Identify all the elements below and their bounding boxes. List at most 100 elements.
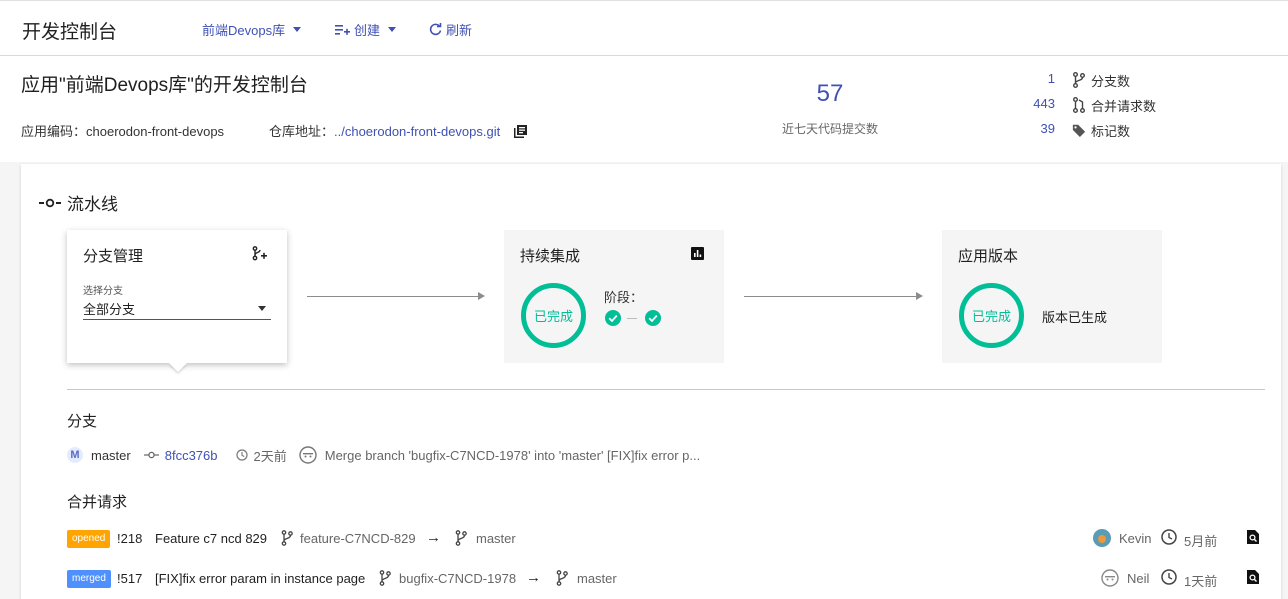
repo-link[interactable]: ../choerodon-front-devops.git: [334, 124, 500, 139]
target-branch: master: [476, 531, 516, 546]
pipeline-card: 流水线 分支管理 选择分支 全部分支 持续集成 已完成 阶段： 应用版本 已完成…: [21, 164, 1281, 599]
source-branch: bugfix-C7NCD-1978: [399, 571, 517, 586]
check-circle-icon[interactable]: [605, 310, 621, 326]
branch-count: 1: [1047, 71, 1055, 86]
avatar: [1093, 529, 1111, 547]
refresh-icon: [429, 23, 442, 36]
branch-icon: [455, 530, 467, 546]
playlist-add-icon: [335, 24, 350, 35]
ci-status: 已完成: [533, 309, 573, 324]
app-version-title: 应用版本: [958, 248, 1019, 265]
phase-connector: [627, 318, 637, 319]
branch-icon: [556, 570, 568, 586]
mr-title[interactable]: Feature c7 ncd 829: [155, 531, 267, 546]
tag-count: 39: [1040, 121, 1055, 136]
arrow-right-icon: →: [526, 569, 541, 586]
page-title: 应用"前端Devops库"的开发控制台: [21, 75, 308, 96]
pipeline-header: 流水线: [39, 190, 118, 215]
branch-select[interactable]: 全部分支: [83, 299, 271, 320]
mr-title[interactable]: [FIX]fix error param in instance page: [155, 571, 365, 586]
ci-title: 持续集成: [520, 248, 581, 265]
merge-request-count-label: 合并请求数: [1091, 99, 1157, 114]
repo-address: 仓库地址：../choerodon-front-devops.git: [269, 121, 527, 140]
user-avatar-icon: [1101, 569, 1119, 587]
branch-item: M master 8fcc376b 2天前 Merge branch 'bugf…: [67, 445, 700, 465]
clock-icon: [235, 449, 248, 461]
clock-icon: [1161, 529, 1177, 545]
app-header: 应用"前端Devops库"的开发控制台 应用编码：choerodon-front…: [0, 56, 1288, 162]
app-selector-label: 前端Devops库: [202, 23, 286, 38]
app-selector-dropdown[interactable]: 前端Devops库: [202, 20, 302, 39]
tag-icon: [1072, 124, 1086, 137]
clock-icon: [1161, 569, 1177, 585]
phases-label: 阶段：: [604, 290, 644, 305]
merge-requests-title: 合并请求: [67, 494, 128, 511]
check-circle-icon[interactable]: [645, 310, 661, 326]
app-code-value: choerodon-front-devops: [86, 124, 225, 139]
tag-count-stat: 39 标记数: [1000, 121, 1200, 141]
commit-message[interactable]: Merge branch 'bugfix-C7NCD-1978' into 'm…: [325, 448, 701, 463]
version-status-ring: 已完成: [959, 283, 1024, 348]
avatar: M: [67, 447, 83, 463]
merge-request-row[interactable]: merged !517 [FIX]fix error param in inst…: [67, 568, 1265, 590]
mr-author: Kevin: [1119, 531, 1152, 546]
stage-pointer: [169, 363, 187, 372]
branch-management-stage[interactable]: 分支管理 选择分支 全部分支: [67, 230, 287, 372]
commit-icon: [143, 451, 159, 459]
view-detail-icon[interactable]: [1247, 570, 1259, 584]
chevron-down-icon: [258, 306, 266, 311]
branch-count-label: 分支数: [1091, 74, 1131, 89]
copy-icon[interactable]: [513, 124, 527, 138]
branch-name[interactable]: master: [91, 448, 131, 463]
branch-select-label: 选择分支: [83, 286, 123, 297]
target-branch: master: [577, 571, 617, 586]
app-version-stage[interactable]: 应用版本 已完成 版本已生成: [942, 230, 1162, 363]
merge-request-icon: [1073, 97, 1085, 113]
chevron-down-icon: [293, 27, 302, 32]
tag-count-label: 标记数: [1091, 124, 1131, 139]
user-avatar-icon: [299, 446, 317, 464]
commit-count-label: 近七天代码提交数: [781, 122, 878, 136]
create-label: 创建: [354, 23, 381, 38]
ci-stage[interactable]: 持续集成 已完成 阶段：: [504, 230, 724, 363]
refresh-label: 刷新: [446, 23, 473, 38]
branch-icon: [1073, 72, 1085, 88]
stage-arrow: [744, 292, 923, 300]
branch-icon: [379, 570, 391, 586]
app-code-label: 应用编码：: [21, 124, 87, 139]
source-branch: feature-C7NCD-829: [300, 531, 416, 546]
top-bar: 开发控制台 前端Devops库 创建 刷新: [0, 0, 1288, 56]
refresh-button[interactable]: 刷新: [429, 20, 472, 39]
mr-id: !517: [117, 571, 143, 586]
merge-request-count: 443: [1033, 96, 1055, 111]
status-badge: merged: [67, 570, 111, 588]
branches-title: 分支: [67, 413, 98, 430]
branch-count-stat: 1 分支数: [1000, 71, 1200, 91]
mr-time: 1天前: [1184, 574, 1218, 589]
stage-arrow: [307, 292, 485, 300]
status-badge: opened: [67, 530, 111, 548]
console-title: 开发控制台: [22, 22, 118, 43]
mr-author: Neil: [1127, 571, 1150, 586]
chart-icon[interactable]: [691, 247, 704, 260]
add-branch-icon[interactable]: [252, 246, 267, 261]
commit-stat: 57 近七天代码提交数: [780, 80, 880, 137]
arrow-right-icon: →: [426, 529, 441, 546]
commit-count: 57: [816, 80, 844, 107]
pipeline-icon: [39, 198, 61, 207]
merge-request-count-stat: 443 合并请求数: [1000, 96, 1200, 116]
mr-time: 5月前: [1184, 534, 1218, 549]
chevron-down-icon: [388, 27, 397, 32]
create-button[interactable]: 创建: [335, 20, 397, 39]
ci-status-ring: 已完成: [521, 283, 586, 348]
branch-management-title: 分支管理: [83, 248, 144, 265]
divider: [67, 389, 1265, 390]
version-status: 已完成: [971, 309, 1011, 324]
commit-sha[interactable]: 8fcc376b: [165, 448, 218, 463]
mr-id: !218: [117, 531, 143, 546]
commit-time: 2天前: [253, 448, 287, 464]
view-detail-icon[interactable]: [1247, 530, 1259, 544]
app-code: 应用编码：choerodon-front-devops: [21, 121, 224, 140]
repo-label: 仓库地址：: [269, 124, 335, 139]
merge-request-row[interactable]: opened !218 Feature c7 ncd 829 feature-C…: [67, 528, 1265, 550]
